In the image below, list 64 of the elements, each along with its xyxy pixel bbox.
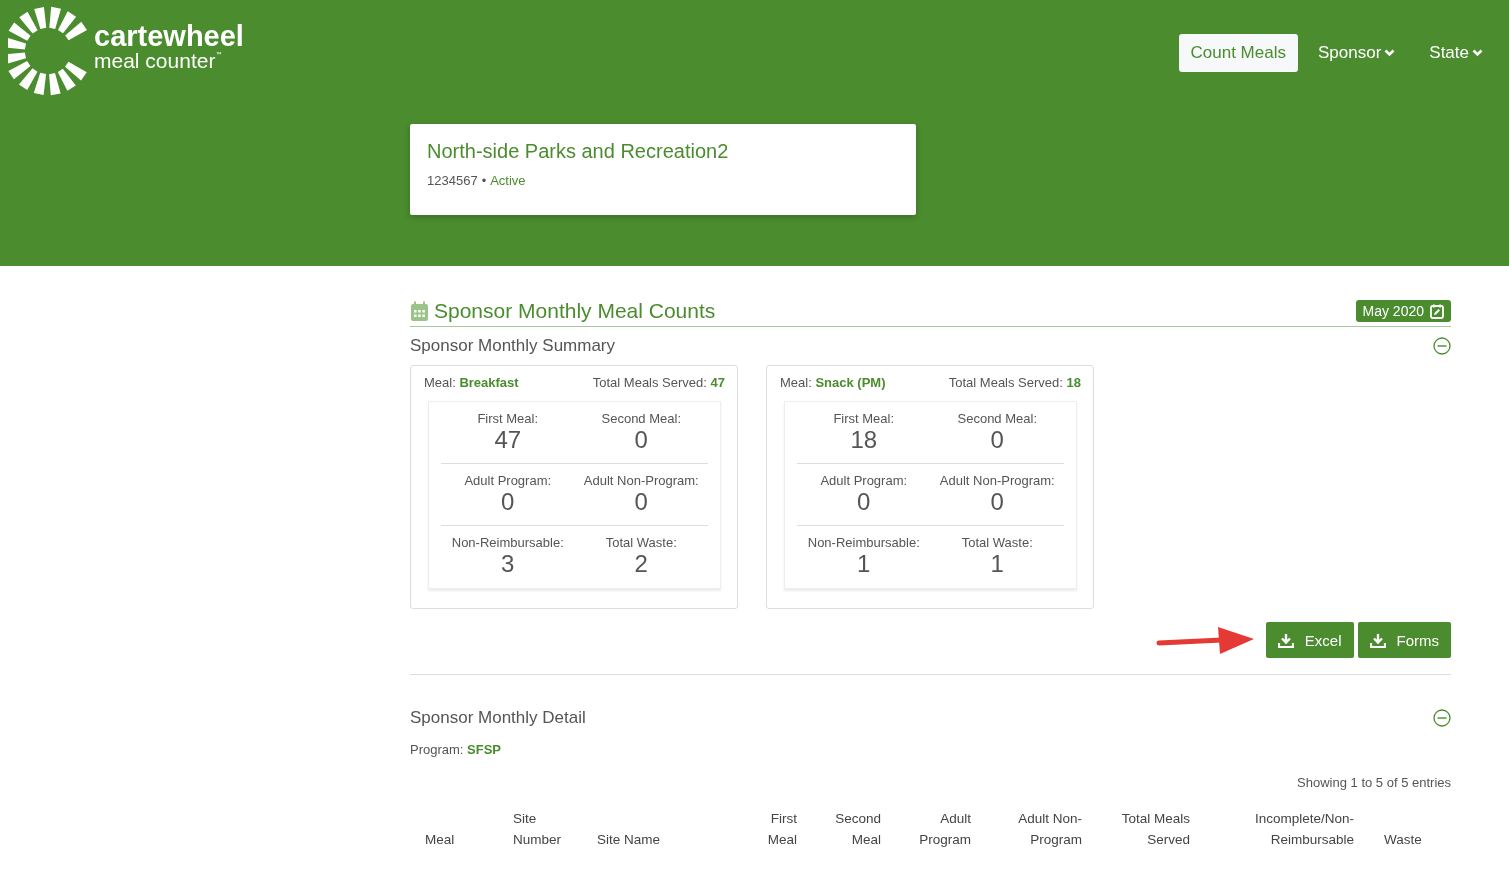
sponsor-name: North-side Parks and Recreation2 xyxy=(427,140,730,163)
stat-value: 0 xyxy=(857,488,871,516)
column-header[interactable]: Second Meal xyxy=(829,808,881,850)
nav-dropdown[interactable]: State xyxy=(1415,34,1497,72)
sponsor-id: 1234567 xyxy=(427,173,478,188)
program-label: Program: SFSP xyxy=(410,742,503,757)
total-meals-label: Total Meals Served: 47 xyxy=(592,375,725,390)
stat-label: Adult Non-Program: xyxy=(583,473,699,488)
section-title: Sponsor Monthly Meal Counts xyxy=(434,299,717,323)
download-button[interactable]: Excel xyxy=(1265,622,1354,658)
stat-value: 0 xyxy=(501,488,515,516)
column-header[interactable]: Site Name xyxy=(597,829,661,850)
stat-label: Total Waste: xyxy=(961,535,1033,550)
stat-value: 47 xyxy=(494,426,522,454)
column-header[interactable]: Meal xyxy=(425,829,455,850)
download-icon xyxy=(1369,632,1386,648)
column-header[interactable]: Total Meals Served xyxy=(1112,808,1190,850)
chevron-down-icon xyxy=(1384,49,1396,57)
stat-label: Total Waste: xyxy=(605,535,677,550)
wheel-logo-icon xyxy=(8,6,88,96)
download-icon xyxy=(1277,632,1294,648)
detail-title: Sponsor Monthly Detail xyxy=(410,708,586,728)
sponsor-status: Active xyxy=(490,173,526,188)
meal-label: Meal: Breakfast xyxy=(424,375,519,390)
stat-label: Adult Program: xyxy=(820,473,908,488)
stat-value: 2 xyxy=(634,550,648,578)
column-header[interactable]: Waste xyxy=(1384,829,1422,850)
stat-value: 1 xyxy=(857,550,871,578)
stat-label: Adult Non-Program: xyxy=(939,473,1055,488)
stat-value: 0 xyxy=(990,488,1004,516)
column-header[interactable]: Site Number xyxy=(513,808,567,850)
stat-label: First Meal: xyxy=(833,411,895,426)
brand-name: cartewheel xyxy=(94,21,244,51)
entries-info: Showing 1 to 5 of 5 entries xyxy=(1296,775,1451,790)
chevron-down-icon xyxy=(1472,49,1483,57)
nav-dropdown[interactable]: Sponsor xyxy=(1303,34,1410,72)
stat-value: 0 xyxy=(990,426,1004,454)
meal-label: Meal: Snack (PM) xyxy=(780,375,886,390)
calendar-edit-icon xyxy=(1430,303,1444,319)
collapse-icon[interactable] xyxy=(1433,709,1451,727)
column-header[interactable]: First Meal xyxy=(759,808,797,850)
column-header[interactable]: Adult Non-Program xyxy=(1010,808,1082,850)
stat-label: Adult Program: xyxy=(464,473,552,488)
stat-value: 0 xyxy=(634,426,648,454)
collapse-icon[interactable] xyxy=(1433,337,1451,355)
summary-title: Sponsor Monthly Summary xyxy=(410,336,616,356)
stat-label: Non-Reimbursable: xyxy=(807,535,920,550)
month-picker-button[interactable]: May 2020 xyxy=(1355,300,1451,322)
stat-label: First Meal: xyxy=(477,411,539,426)
stat-label: Second Meal: xyxy=(601,411,681,426)
stat-label: Non-Reimbursable: xyxy=(451,535,564,550)
nav-button[interactable]: Count Meals xyxy=(1178,34,1298,72)
download-button[interactable]: Forms xyxy=(1357,622,1451,658)
separator-dot: • xyxy=(481,173,487,188)
stat-value: 1 xyxy=(990,550,1004,578)
stat-value: 0 xyxy=(634,488,648,516)
calendar-icon xyxy=(410,300,429,322)
column-header[interactable]: Adult Program xyxy=(911,808,971,850)
stat-value: 18 xyxy=(850,426,878,454)
brand-tagline: meal counter xyxy=(94,51,216,71)
column-header[interactable]: Incomplete/Non-Reimbursable xyxy=(1242,808,1354,850)
total-meals-label: Total Meals Served: 18 xyxy=(948,375,1081,390)
stat-label: Second Meal: xyxy=(957,411,1037,426)
stat-value: 3 xyxy=(501,550,515,578)
